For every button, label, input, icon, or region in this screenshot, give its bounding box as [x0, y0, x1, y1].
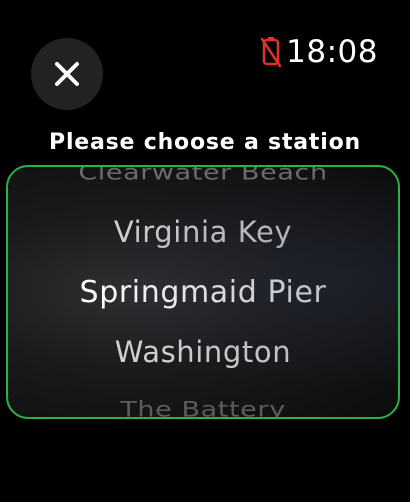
page-title: Please choose a station: [49, 130, 361, 155]
battery-disconnected-icon: [260, 37, 282, 68]
picker-item[interactable]: Virginia Key: [8, 215, 398, 249]
close-button[interactable]: [31, 38, 103, 110]
station-picker[interactable]: Clearwater Beach Virginia Key Springmaid…: [6, 165, 400, 419]
picker-item[interactable]: Clearwater Beach: [8, 167, 398, 185]
picker-item[interactable]: The Battery: [8, 397, 398, 417]
clock-time: 18:08: [286, 34, 378, 70]
picker-item[interactable]: Washington: [8, 335, 398, 369]
status-bar: 18:08: [260, 34, 378, 70]
close-icon: [55, 62, 79, 86]
picker-item-selected[interactable]: Springmaid Pier: [8, 275, 398, 310]
